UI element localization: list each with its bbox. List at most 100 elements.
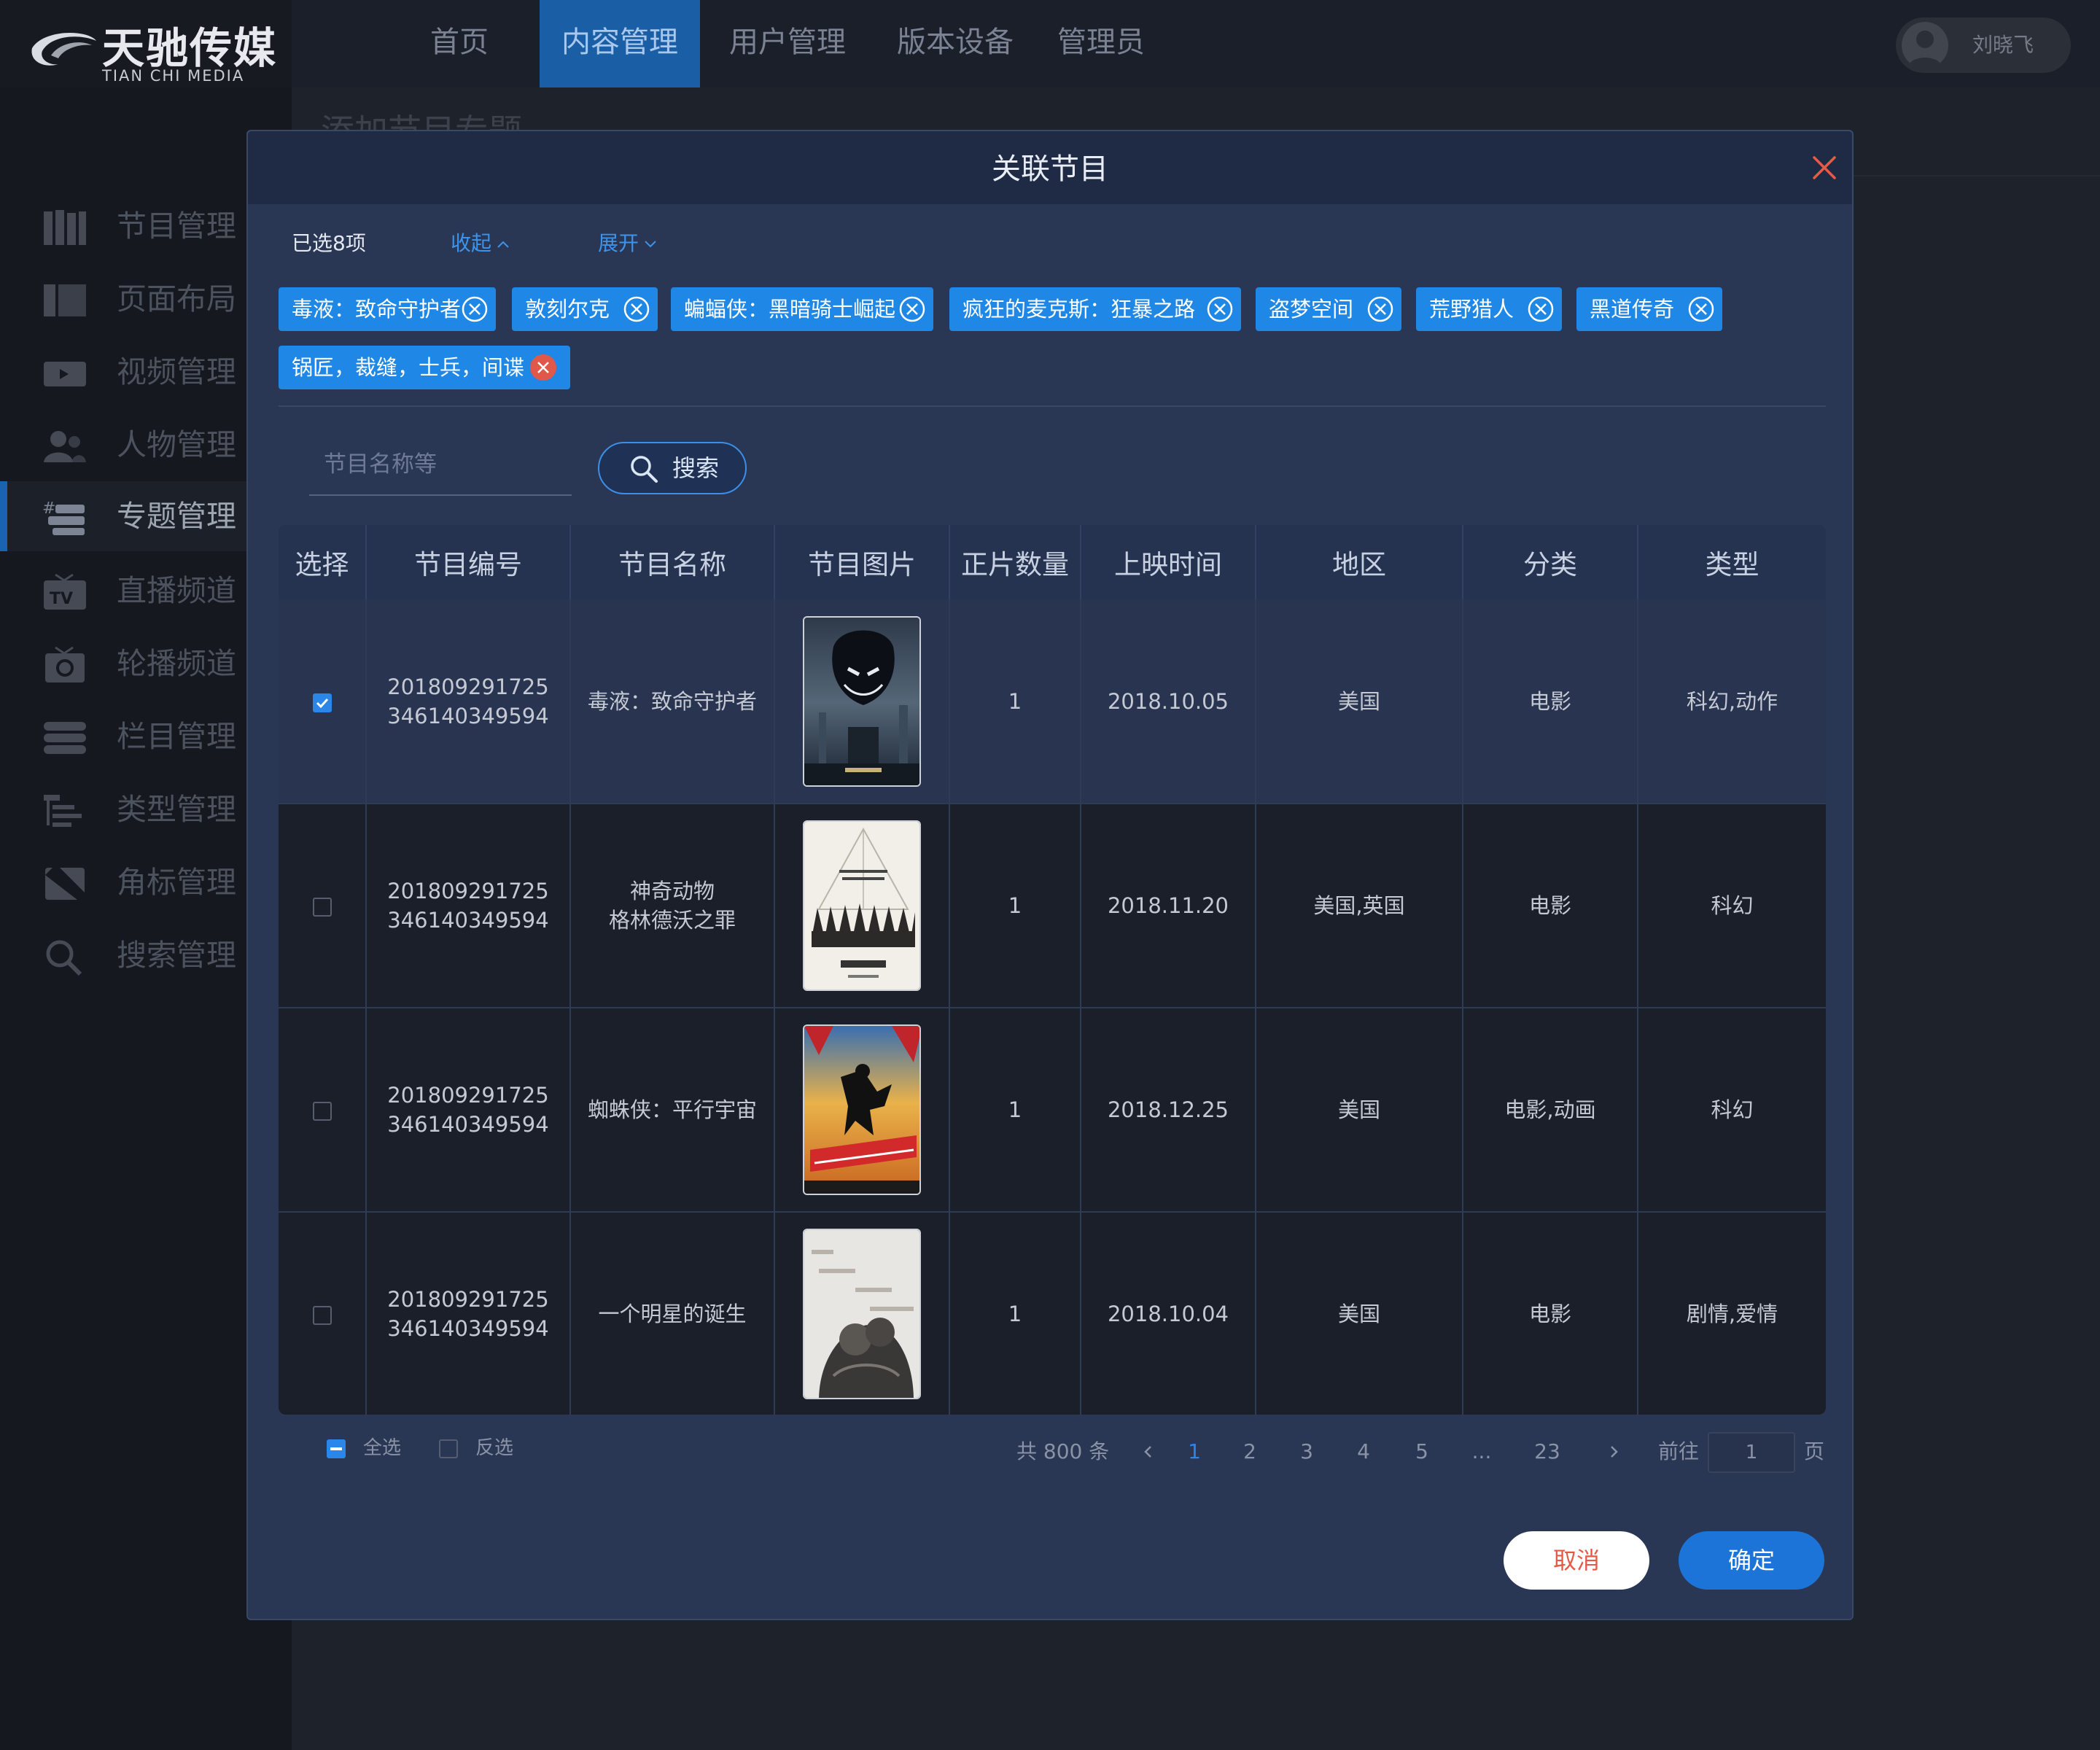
people-icon [44,431,86,462]
sidebar-item-label: 节目管理 [117,209,236,244]
sidebar-item-label: 搜索管理 [117,938,236,973]
active-indicator [0,481,7,551]
program-id: 201809291725 [387,1083,549,1108]
search-input[interactable] [309,436,572,493]
page-4[interactable]: 4 [1349,1436,1378,1467]
episode-count: 1 [949,599,1081,804]
page-ellipsis[interactable]: ... [1467,1436,1496,1467]
remove-tag-icon[interactable] [623,295,650,323]
chevron-right-icon[interactable] [1606,1444,1622,1460]
nav-admin[interactable]: 管理员 [1050,0,1152,88]
sidebar-item-label: 直播频道 [117,573,236,608]
table-row[interactable]: 201809291725 346140349594 蜘蛛侠：平行宇宙 1 201… [279,1008,1826,1213]
logo-icon [31,33,96,66]
invert-checkbox[interactable] [439,1439,458,1458]
genre: 科幻 [1638,804,1826,1008]
episode-count: 1 [949,804,1081,1008]
selected-tag: 锅匠，裁缝，士兵，间谍 [279,346,570,389]
user-name: 刘晓飞 [1972,33,2034,57]
selected-tag: 黑道传奇 [1576,287,1722,331]
tag-label: 疯狂的麦克斯：狂暴之路 [962,297,1196,322]
tag-label: 锅匠，裁缝，士兵，间谍 [292,355,525,380]
region: 美国 [1256,599,1463,804]
select-all-label[interactable]: 全选 [363,1434,401,1463]
remove-tag-icon[interactable] [529,354,557,381]
program-name: 格林德沃之罪 [608,908,736,933]
col-count: 正片数量 [949,525,1081,599]
program-id: 346140349594 [387,1316,549,1341]
nav-devices[interactable]: 版本设备 [875,0,1035,88]
expand-toggle[interactable]: 展开 [598,229,658,258]
close-icon[interactable] [1810,153,1839,182]
page-5[interactable]: 5 [1407,1436,1436,1467]
nav-home[interactable]: 首页 [408,0,510,88]
tag-label: 盗梦空间 [1269,297,1354,322]
selected-tag: 荒野猎人 [1416,287,1562,331]
topic-icon: # [42,499,85,535]
svg-text:TV: TV [50,590,73,608]
category: 电影 [1463,804,1638,1008]
chevron-left-icon[interactable] [1140,1444,1156,1460]
table-row[interactable]: 201809291725 346140349594 一个明星的诞生 1 2018… [279,1212,1826,1415]
remove-tag-icon[interactable] [1687,295,1715,323]
col-name: 节目名称 [570,525,775,599]
goto-page-input[interactable]: 1 [1708,1432,1795,1473]
genre: 科幻,动作 [1638,599,1826,804]
row-checkbox[interactable] [312,693,332,712]
dialog-header: 关联节目 [248,131,1852,204]
poster-image [803,1229,921,1399]
page-1[interactable]: 1 [1180,1436,1209,1467]
remove-tag-icon[interactable] [1366,295,1394,323]
sidebar-item-label: 栏目管理 [117,719,236,754]
link-programs-dialog: 关联节目 已选8项 收起 展开 毒液：致命守护者 敦刻尔克 蝙蝠侠：黑暗骑士崛起… [246,130,1854,1620]
table-row[interactable]: 201809291725 346140349594 毒液：致命守护者 1 201… [279,599,1826,804]
selected-count: 已选8项 [292,231,366,255]
search-icon [46,940,82,976]
program-name: 一个明星的诞生 [598,1302,747,1326]
col-poster: 节目图片 [774,525,950,599]
sidebar-item-label: 人物管理 [117,427,236,462]
program-id: 201809291725 [387,674,549,699]
col-select: 选择 [279,525,367,599]
table-row[interactable]: 201809291725 346140349594 神奇动物 格林德沃之罪 1 … [279,804,1826,1008]
collapse-toggle[interactable]: 收起 [451,229,510,258]
nav-content[interactable]: 内容管理 [540,0,700,88]
user-icon [1908,31,1942,69]
select-all-checkbox[interactable] [327,1439,346,1458]
table-header: 选择 节目编号 节目名称 节目图片 正片数量 上映时间 地区 分类 类型 [279,525,1826,599]
row-checkbox[interactable] [312,1306,332,1325]
genre: 剧情,爱情 [1638,1212,1826,1415]
tag-label: 黑道传奇 [1590,297,1675,322]
page-2[interactable]: 2 [1235,1436,1264,1467]
release-date: 2018.10.04 [1081,1212,1256,1415]
user-menu[interactable]: 刘晓飞 [1896,18,2071,73]
confirm-button[interactable]: 确定 [1679,1531,1824,1590]
poster-image [803,820,921,991]
page-3[interactable]: 3 [1292,1436,1321,1467]
tags-divider [279,405,1826,407]
tv-icon: TV [44,573,86,610]
region: 美国 [1256,1212,1463,1415]
region: 美国,英国 [1256,804,1463,1008]
remove-tag-icon[interactable] [898,295,926,323]
remove-tag-icon[interactable] [461,295,489,323]
page-last[interactable]: 23 [1525,1436,1569,1467]
row-checkbox[interactable] [312,1102,332,1121]
col-region: 地区 [1256,525,1463,599]
sidebar-item-label: 专题管理 [117,499,236,534]
release-date: 2018.12.25 [1081,1008,1256,1213]
invert-label[interactable]: 反选 [475,1434,513,1463]
nav-users[interactable]: 用户管理 [715,0,860,88]
search-field[interactable] [309,436,572,496]
remove-tag-icon[interactable] [1206,295,1234,323]
genre: 科幻 [1638,1008,1826,1213]
selected-tag: 毒液：致命守护者 [279,287,496,331]
remove-tag-icon[interactable] [1527,295,1555,323]
row-checkbox[interactable] [312,898,332,917]
chevron-down-icon [645,241,656,248]
sidebar-item-label: 类型管理 [117,792,236,827]
tag-label: 毒液：致命守护者 [292,297,462,322]
program-id: 201809291725 [387,1287,549,1312]
cancel-button[interactable]: 取消 [1504,1531,1649,1590]
search-button[interactable]: 搜索 [598,442,747,494]
